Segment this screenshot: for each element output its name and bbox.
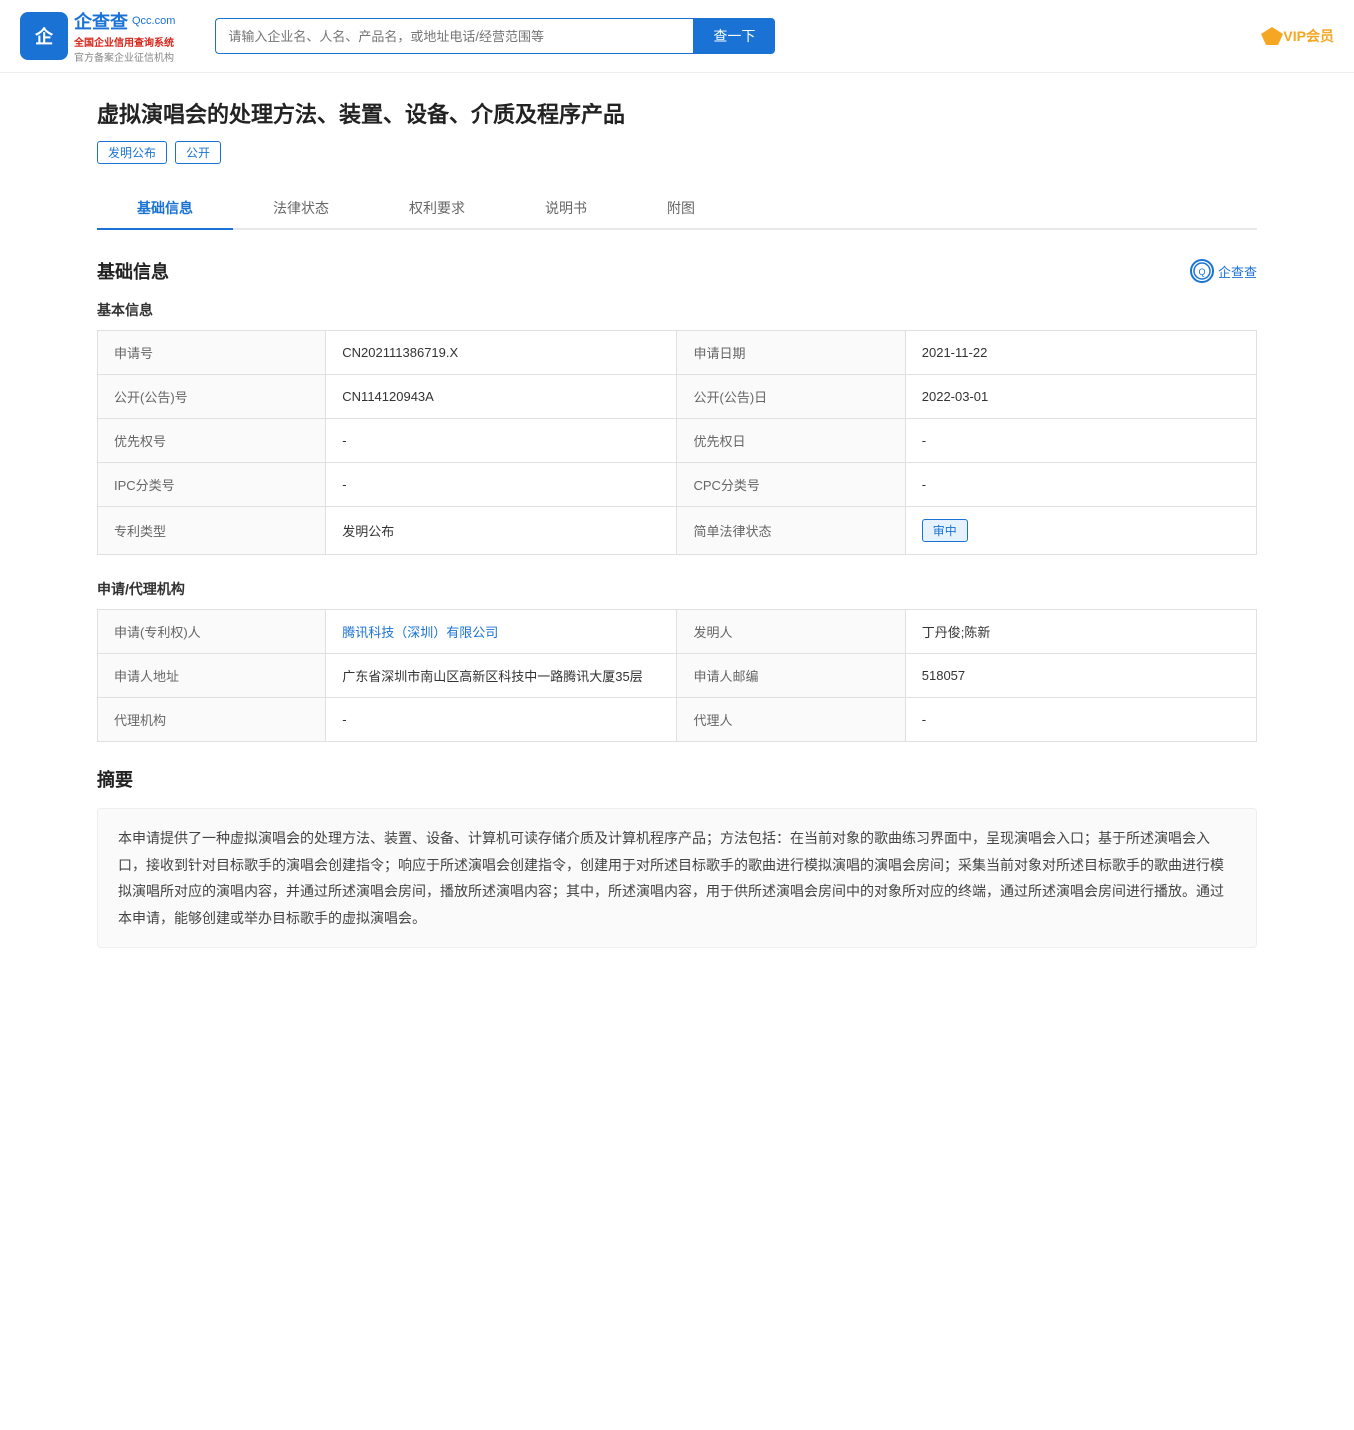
search-button[interactable]: 查一下: [693, 18, 775, 54]
value-cell: 广东省深圳市南山区高新区科技中一路腾讯大厦35层: [326, 654, 677, 698]
value-cell: 2022-03-01: [905, 375, 1256, 419]
label-cell: 申请号: [98, 331, 326, 375]
table-row: IPC分类号 - CPC分类号 -: [98, 463, 1257, 507]
watermark-text: 企查查: [1218, 262, 1257, 281]
value-cell: 发明公布: [326, 507, 677, 555]
table-row: 申请号 CN202111386719.X 申请日期 2021-11-22: [98, 331, 1257, 375]
badge-status: 公开: [175, 141, 221, 164]
vip-label: VIP会员: [1283, 26, 1334, 46]
value-cell: 518057: [905, 654, 1256, 698]
agency-table: 申请(专利权)人 腾讯科技（深圳）有限公司 发明人 丁丹俊;陈新 申请人地址 广…: [97, 609, 1257, 742]
label-cell: 发明人: [677, 610, 905, 654]
label-cell: 申请日期: [677, 331, 905, 375]
header: 企 企查查 Qcc.com 全国企业信用查询系统 官方备案企业征信机构 查一下 …: [0, 0, 1354, 73]
search-area: 查一下: [215, 18, 775, 54]
value-cell: -: [905, 698, 1256, 742]
table-row: 申请人地址 广东省深圳市南山区高新区科技中一路腾讯大厦35层 申请人邮编 518…: [98, 654, 1257, 698]
table-row: 代理机构 - 代理人 -: [98, 698, 1257, 742]
qcc-watermark: Q 企查查: [1190, 259, 1257, 283]
vip-diamond-icon: [1261, 27, 1283, 45]
value-cell: 审中: [905, 507, 1256, 555]
label-cell: 优先权号: [98, 419, 326, 463]
basic-info-subtitle: 基本信息: [97, 300, 1257, 320]
label-cell: 专利类型: [98, 507, 326, 555]
label-cell: 公开(公告)号: [98, 375, 326, 419]
section-header: 基础信息 Q 企查查: [97, 258, 1257, 284]
label-cell: 公开(公告)日: [677, 375, 905, 419]
logo-badge1: 全国企业信用查询系统: [74, 34, 175, 49]
search-input[interactable]: [215, 18, 693, 54]
tab-basic-info[interactable]: 基础信息: [97, 188, 233, 230]
qcc-circle-icon: Q: [1190, 259, 1214, 283]
basic-info-table: 申请号 CN202111386719.X 申请日期 2021-11-22 公开(…: [97, 330, 1257, 555]
label-cell: 代理人: [677, 698, 905, 742]
table-row: 申请(专利权)人 腾讯科技（深圳）有限公司 发明人 丁丹俊;陈新: [98, 610, 1257, 654]
value-cell: -: [905, 419, 1256, 463]
label-cell: 申请(专利权)人: [98, 610, 326, 654]
applicant-link[interactable]: 腾讯科技（深圳）有限公司: [326, 610, 677, 654]
svg-text:Q: Q: [1198, 267, 1205, 277]
tabs: 基础信息 法律状态 权利要求 说明书 附图: [97, 188, 1257, 230]
label-cell: 优先权日: [677, 419, 905, 463]
value-cell: -: [905, 463, 1256, 507]
tab-legal-status[interactable]: 法律状态: [233, 188, 369, 230]
table-row: 公开(公告)号 CN114120943A 公开(公告)日 2022-03-01: [98, 375, 1257, 419]
label-cell: 申请人地址: [98, 654, 326, 698]
tab-claims[interactable]: 权利要求: [369, 188, 505, 230]
page-title: 虚拟演唱会的处理方法、装置、设备、介质及程序产品: [97, 97, 1257, 129]
logo-icon: 企: [20, 12, 68, 60]
tab-drawings[interactable]: 附图: [627, 188, 735, 230]
value-cell: 丁丹俊;陈新: [905, 610, 1256, 654]
value-cell: CN114120943A: [326, 375, 677, 419]
abstract-title: 摘要: [97, 766, 1257, 792]
tab-description[interactable]: 说明书: [505, 188, 627, 230]
table-row: 专利类型 发明公布 简单法律状态 审中: [98, 507, 1257, 555]
section-title: 基础信息: [97, 258, 169, 284]
label-cell: 申请人邮编: [677, 654, 905, 698]
logo-area: 企 企查查 Qcc.com 全国企业信用查询系统 官方备案企业征信机构: [20, 8, 175, 64]
page-content: 虚拟演唱会的处理方法、装置、设备、介质及程序产品 发明公布 公开 基础信息 法律…: [77, 73, 1277, 972]
status-badge: 审中: [922, 519, 968, 542]
abstract-text: 本申请提供了一种虚拟演唱会的处理方法、装置、设备、计算机可读存储介质及计算机程序…: [97, 808, 1257, 948]
label-cell: 代理机构: [98, 698, 326, 742]
logo-badge2: 官方备案企业征信机构: [74, 49, 175, 64]
agency-subtitle: 申请/代理机构: [97, 579, 1257, 599]
table-row: 优先权号 - 优先权日 -: [98, 419, 1257, 463]
badges-row: 发明公布 公开: [97, 141, 1257, 164]
label-cell: CPC分类号: [677, 463, 905, 507]
logo-main-text: 企查查: [74, 8, 128, 34]
value-cell: CN202111386719.X: [326, 331, 677, 375]
logo-url: Qcc.com: [132, 15, 175, 27]
label-cell: 简单法律状态: [677, 507, 905, 555]
value-cell: -: [326, 463, 677, 507]
value-cell: -: [326, 698, 677, 742]
value-cell: 2021-11-22: [905, 331, 1256, 375]
logo-text: 企查查 Qcc.com 全国企业信用查询系统 官方备案企业征信机构: [74, 8, 175, 64]
label-cell: IPC分类号: [98, 463, 326, 507]
vip-area[interactable]: VIP会员: [1261, 26, 1334, 46]
badge-type: 发明公布: [97, 141, 167, 164]
svg-text:企: 企: [34, 26, 54, 47]
value-cell: -: [326, 419, 677, 463]
